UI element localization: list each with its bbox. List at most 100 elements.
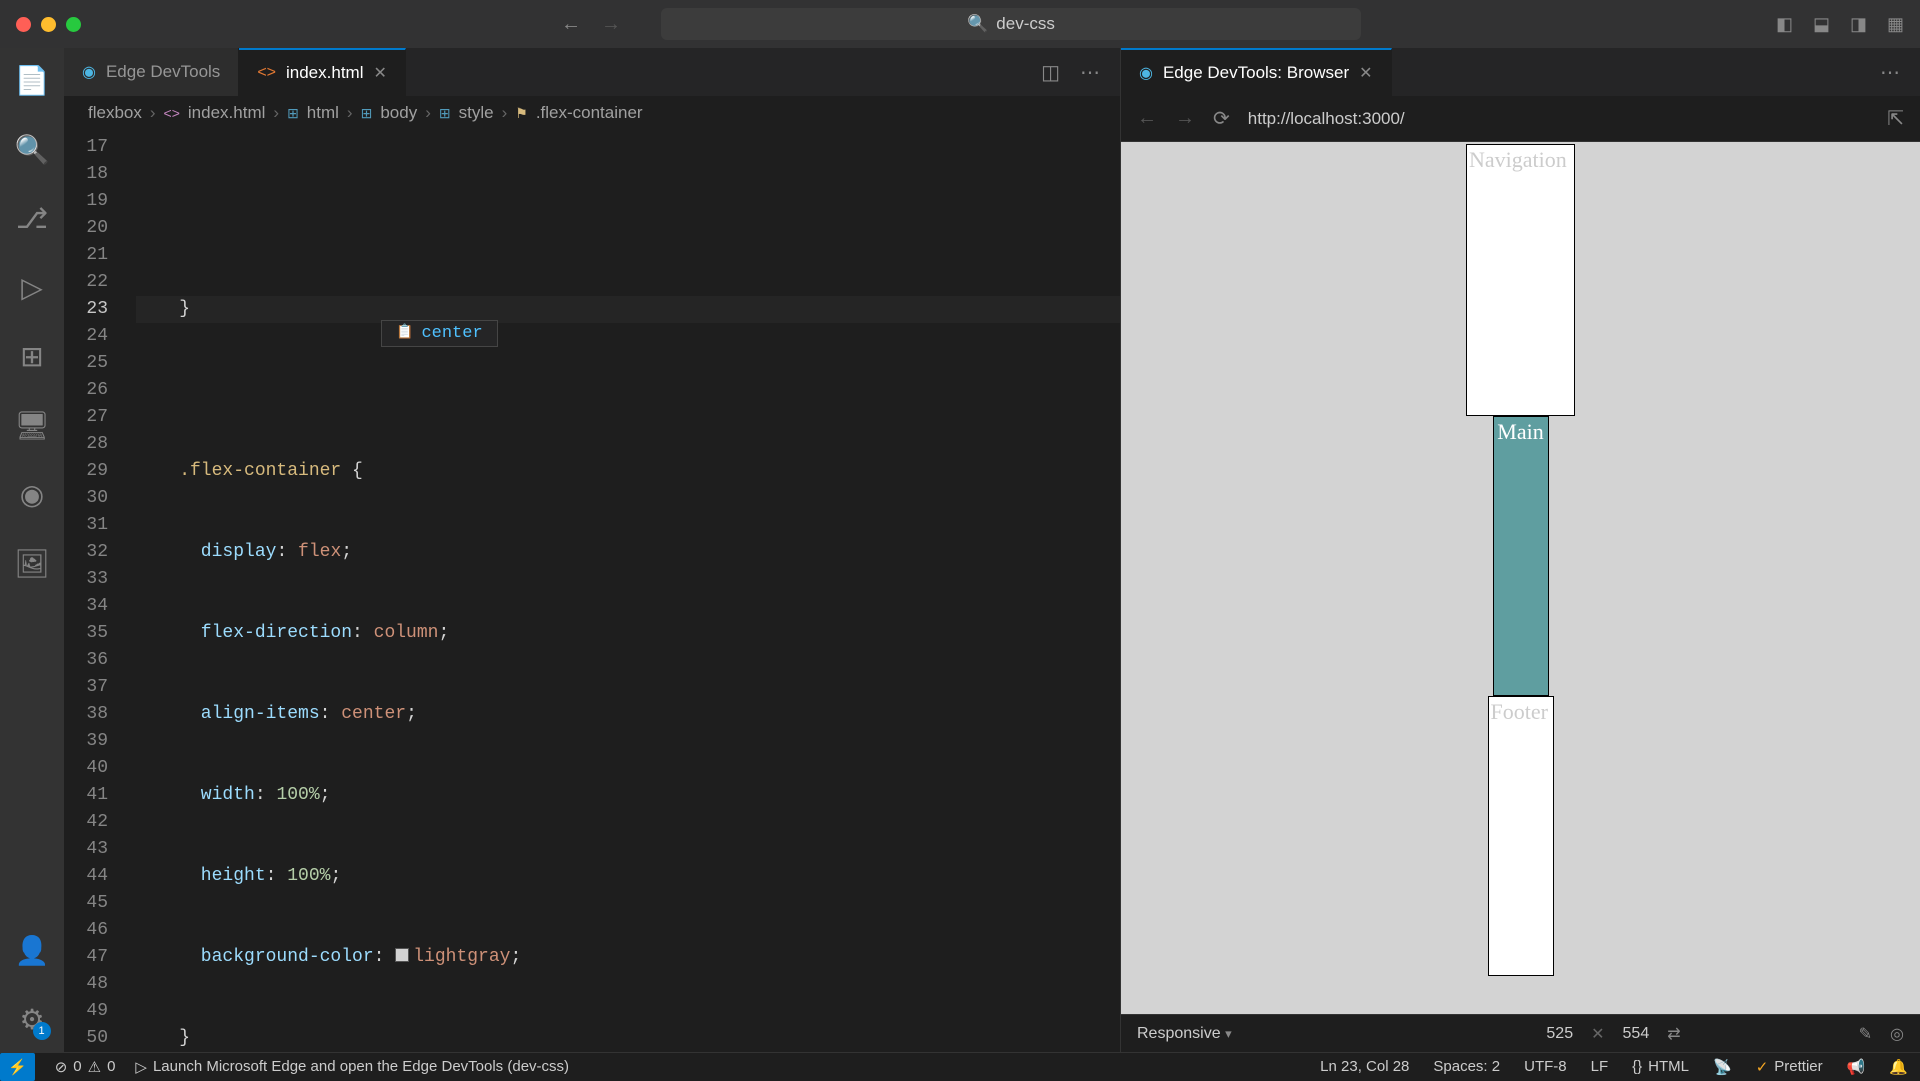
close-tab-icon[interactable]: ✕ (1359, 63, 1372, 83)
prettier-status[interactable]: ✓ Prettier (1756, 1058, 1823, 1076)
tag-icon: ⊞ (439, 105, 451, 122)
forward-icon[interactable]: → (601, 13, 621, 36)
edit-icon[interactable]: ✎ (1859, 1024, 1872, 1044)
launch-task[interactable]: ▷ Launch Microsoft Edge and open the Edg… (135, 1058, 569, 1076)
command-center[interactable]: 🔍 dev-css (661, 8, 1361, 40)
search-icon[interactable]: 🔍 (15, 133, 50, 166)
bell-icon[interactable]: 🔔 (1889, 1058, 1908, 1076)
edge-tab-icon: ◉ (82, 62, 96, 82)
tab-more-icon[interactable]: ⋯ (1080, 60, 1100, 85)
code-content[interactable]: } .flex-container { display: flex; flex-… (136, 130, 1120, 1052)
tab-label: Edge DevTools: Browser (1163, 63, 1349, 83)
maximize-window-icon[interactable] (66, 17, 81, 32)
explorer-icon[interactable]: 📄 (15, 64, 50, 97)
tab-edge-devtools[interactable]: ◉ Edge DevTools (64, 48, 239, 96)
code-editor[interactable]: 1718192021222324252627282930313233343536… (64, 130, 1120, 1052)
preview-panel: ◉ Edge DevTools: Browser ✕ ⋯ ← → ⟳ http:… (1120, 48, 1920, 1052)
editor-tabs: ◉ Edge DevTools <> index.html ✕ ◫ ⋯ (64, 48, 1120, 96)
play-icon: ▷ (135, 1058, 147, 1076)
image-icon[interactable]: 🖼 (14, 547, 50, 580)
panel-left-icon[interactable]: ◧ (1776, 14, 1793, 35)
crumb-folder[interactable]: flexbox (88, 103, 142, 123)
problems-indicator[interactable]: ⊘0 ⚠0 (55, 1058, 116, 1076)
settings-icon[interactable]: ⚙1 (19, 1003, 44, 1036)
encoding[interactable]: UTF-8 (1524, 1058, 1567, 1075)
titlebar: ← → 🔍 dev-css ◧ ⬓ ◨ ▦ (0, 0, 1920, 48)
dimension-separator: ✕ (1591, 1024, 1604, 1044)
history-nav: ← → (561, 13, 621, 36)
preview-tabs: ◉ Edge DevTools: Browser ✕ ⋯ (1121, 48, 1920, 96)
url-bar[interactable]: http://localhost:3000/ (1248, 109, 1405, 129)
panel-bottom-icon[interactable]: ⬓ (1813, 14, 1830, 35)
edge-icon[interactable]: ◉ (20, 478, 44, 511)
remote-indicator[interactable]: ⚡ (0, 1053, 35, 1081)
warning-icon: ⚠ (88, 1058, 101, 1076)
current-line-highlight (136, 296, 1120, 323)
close-tab-icon[interactable]: ✕ (373, 63, 386, 83)
settings-badge: 1 (33, 1022, 51, 1040)
braces-icon: {} (1632, 1058, 1642, 1075)
activity-bar: 📄 🔍 ⎇ ▷ ⊞ 🖥 ◉ 🖼 👤 ⚙1 (0, 48, 64, 1052)
crumb-selector[interactable]: .flex-container (536, 103, 643, 123)
crumb-file[interactable]: index.html (188, 103, 265, 123)
indentation[interactable]: Spaces: 2 (1433, 1058, 1500, 1075)
browser-back-icon[interactable]: ← (1137, 107, 1157, 130)
account-icon[interactable]: 👤 (15, 934, 50, 967)
language-mode[interactable]: {} HTML (1632, 1058, 1689, 1075)
tag-icon: ⊞ (361, 105, 373, 122)
debug-icon[interactable]: ▷ (21, 271, 43, 304)
devtools-footer: Responsive ▾ 525 ✕ 554 ⇄ ✎ ◎ (1121, 1014, 1920, 1052)
source-control-icon[interactable]: ⎇ (16, 202, 48, 235)
crumb-body[interactable]: body (380, 103, 417, 123)
breadcrumb[interactable]: flexbox› <>index.html› ⊞html› ⊞body› ⊞st… (64, 96, 1120, 130)
edge-tab-icon: ◉ (1139, 63, 1153, 83)
window-controls[interactable] (16, 17, 81, 32)
tab-label: Edge DevTools (106, 62, 220, 82)
viewport-width[interactable]: 525 (1546, 1025, 1573, 1043)
color-swatch-icon[interactable] (395, 948, 409, 962)
error-icon: ⊘ (55, 1058, 68, 1076)
line-numbers: 1718192021222324252627282930313233343536… (64, 130, 136, 1052)
target-icon[interactable]: ◎ (1890, 1024, 1904, 1044)
feedback-icon[interactable]: 📢 (1847, 1058, 1866, 1076)
remote-icon[interactable]: 🖥 (14, 409, 50, 442)
search-icon: 🔍 (967, 14, 988, 34)
status-bar: ⚡ ⊘0 ⚠0 ▷ Launch Microsoft Edge and open… (0, 1052, 1920, 1080)
browser-reload-icon[interactable]: ⟳ (1213, 106, 1230, 131)
viewport-height[interactable]: 554 (1623, 1025, 1650, 1043)
tooltip-text: center (421, 320, 482, 347)
html-file-icon: <> (164, 105, 180, 121)
layout-controls: ◧ ⬓ ◨ ▦ (1776, 14, 1904, 35)
preview-nav-box: Navigation (1466, 144, 1575, 416)
layout-grid-icon[interactable]: ▦ (1887, 14, 1904, 35)
inspect-icon[interactable]: ⇱ (1887, 106, 1904, 131)
browser-toolbar: ← → ⟳ http://localhost:3000/ ⇱ (1121, 96, 1920, 142)
responsive-mode[interactable]: Responsive ▾ (1137, 1025, 1232, 1043)
extensions-icon[interactable]: ⊞ (20, 340, 43, 373)
cursor-position[interactable]: Ln 23, Col 28 (1320, 1058, 1409, 1075)
eol[interactable]: LF (1591, 1058, 1609, 1075)
tab-browser-preview[interactable]: ◉ Edge DevTools: Browser ✕ (1121, 48, 1392, 96)
editor-group: ◉ Edge DevTools <> index.html ✕ ◫ ⋯ flex… (64, 48, 1120, 1052)
panel-right-icon[interactable]: ◨ (1850, 14, 1867, 35)
preview-main-box: Main (1493, 416, 1549, 696)
html-file-icon: <> (257, 64, 276, 82)
autocomplete-tooltip[interactable]: 📋 center (381, 320, 498, 347)
rotate-icon[interactable]: ⇄ (1667, 1024, 1680, 1044)
minimize-window-icon[interactable] (41, 17, 56, 32)
crumb-style[interactable]: style (459, 103, 494, 123)
back-icon[interactable]: ← (561, 13, 581, 36)
preview-viewport[interactable]: Navigation Main Footer (1121, 142, 1920, 1014)
go-live-icon[interactable]: 📡 (1713, 1058, 1732, 1076)
crumb-html[interactable]: html (307, 103, 339, 123)
browser-forward-icon[interactable]: → (1175, 107, 1195, 130)
title-text: dev-css (996, 14, 1055, 34)
tab-index-html[interactable]: <> index.html ✕ (239, 48, 406, 96)
preview-footer-box: Footer (1488, 696, 1554, 976)
tab-more-icon[interactable]: ⋯ (1880, 60, 1900, 85)
tag-icon: ⊞ (287, 105, 299, 122)
close-window-icon[interactable] (16, 17, 31, 32)
docs-icon: 📋 (396, 320, 413, 347)
split-editor-icon[interactable]: ◫ (1041, 60, 1060, 85)
selector-icon: ⚑ (515, 105, 528, 122)
